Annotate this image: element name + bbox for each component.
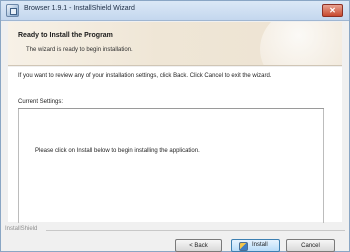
back-button[interactable]: < Back [175,239,222,252]
current-settings-text: Please click on Install below to begin i… [35,148,200,154]
installer-app-icon [6,4,19,17]
banner-subtitle: The wizard is ready to begin installatio… [26,47,133,53]
install-button[interactable]: Install [231,239,280,252]
footer-divider [46,230,345,231]
close-button[interactable]: ✕ [322,4,343,17]
banner-decoration [260,22,342,65]
installshield-brand: InstallShield [5,226,38,232]
install-button-label: Install [252,242,268,248]
window-title: Browser 1.9.1 - InstallShield Wizard [24,5,135,12]
cancel-button[interactable]: Cancel [286,239,335,252]
installer-window: Browser 1.9.1 - InstallShield Wizard ✕ R… [0,0,350,252]
instructions-text: If you want to review any of your instal… [18,73,272,79]
shield-icon [239,242,248,251]
wizard-banner: Ready to Install the Program The wizard … [8,22,342,66]
title-bar[interactable]: Browser 1.9.1 - InstallShield Wizard ✕ [1,1,349,21]
current-settings-label: Current Settings: [18,99,64,105]
current-settings-box [18,109,324,223]
banner-title: Ready to Install the Program [18,32,113,39]
wizard-content: If you want to review any of your instal… [8,67,342,223]
